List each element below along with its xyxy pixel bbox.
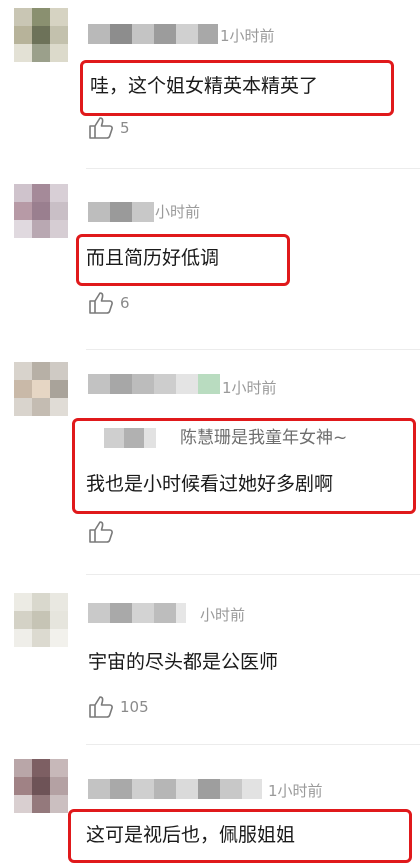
- comment-text: 哇，这个姐女精英本精英了: [90, 75, 319, 97]
- like-count: 105: [120, 698, 149, 716]
- blurred-username[interactable]: [88, 603, 186, 623]
- comment-time: 小时前: [200, 606, 246, 624]
- comment-4: 小时前 宇宙的尽头都是公医师 105: [0, 575, 420, 745]
- comment-1: 1小时前 哇，这个姐女精英本精英了 5: [0, 0, 420, 170]
- comment-time: 1小时前: [220, 27, 275, 45]
- blurred-username[interactable]: [88, 374, 220, 394]
- blurred-username[interactable]: [88, 202, 154, 222]
- comment-text: 这可是视后也，佩服姐姐: [86, 824, 296, 846]
- avatar[interactable]: [14, 362, 68, 416]
- like-count: 6: [120, 294, 130, 312]
- blurred-username[interactable]: [88, 24, 218, 44]
- like-button[interactable]: 105: [88, 695, 149, 719]
- comment-text: 而且简历好低调: [86, 247, 220, 269]
- comment-time: 1小时前: [268, 782, 323, 800]
- divider: [86, 168, 420, 169]
- comment-5: 1小时前 这可是视后也，佩服姐姐: [0, 745, 420, 866]
- thumbs-up-icon: [89, 117, 113, 139]
- reply-avatar-blur: [104, 428, 156, 448]
- comment-time: 小时前: [155, 203, 201, 221]
- thumbs-up-icon: [89, 521, 113, 543]
- avatar[interactable]: [14, 759, 68, 813]
- like-button[interactable]: 6: [88, 291, 130, 315]
- comment-time: 1小时前: [222, 379, 277, 397]
- like-button[interactable]: [88, 520, 120, 544]
- reply-quote[interactable]: 陈慧珊是我童年女神~: [180, 426, 347, 450]
- comment-text: 宇宙的尽头都是公医师: [88, 651, 279, 673]
- avatar[interactable]: [14, 184, 68, 238]
- like-count: 5: [120, 119, 130, 137]
- avatar[interactable]: [14, 8, 68, 62]
- avatar[interactable]: [14, 593, 68, 647]
- comment-text: 我也是小时候看过她好多剧啊: [86, 473, 334, 495]
- comment-3: 1小时前 陈慧珊是我童年女神~ 我也是小时候看过她好多剧啊: [0, 350, 420, 575]
- like-button[interactable]: 5: [88, 116, 130, 140]
- thumbs-up-icon: [89, 696, 113, 718]
- comment-2: 小时前 而且简历好低调 6: [0, 170, 420, 350]
- blurred-username[interactable]: [88, 779, 262, 799]
- thumbs-up-icon: [89, 292, 113, 314]
